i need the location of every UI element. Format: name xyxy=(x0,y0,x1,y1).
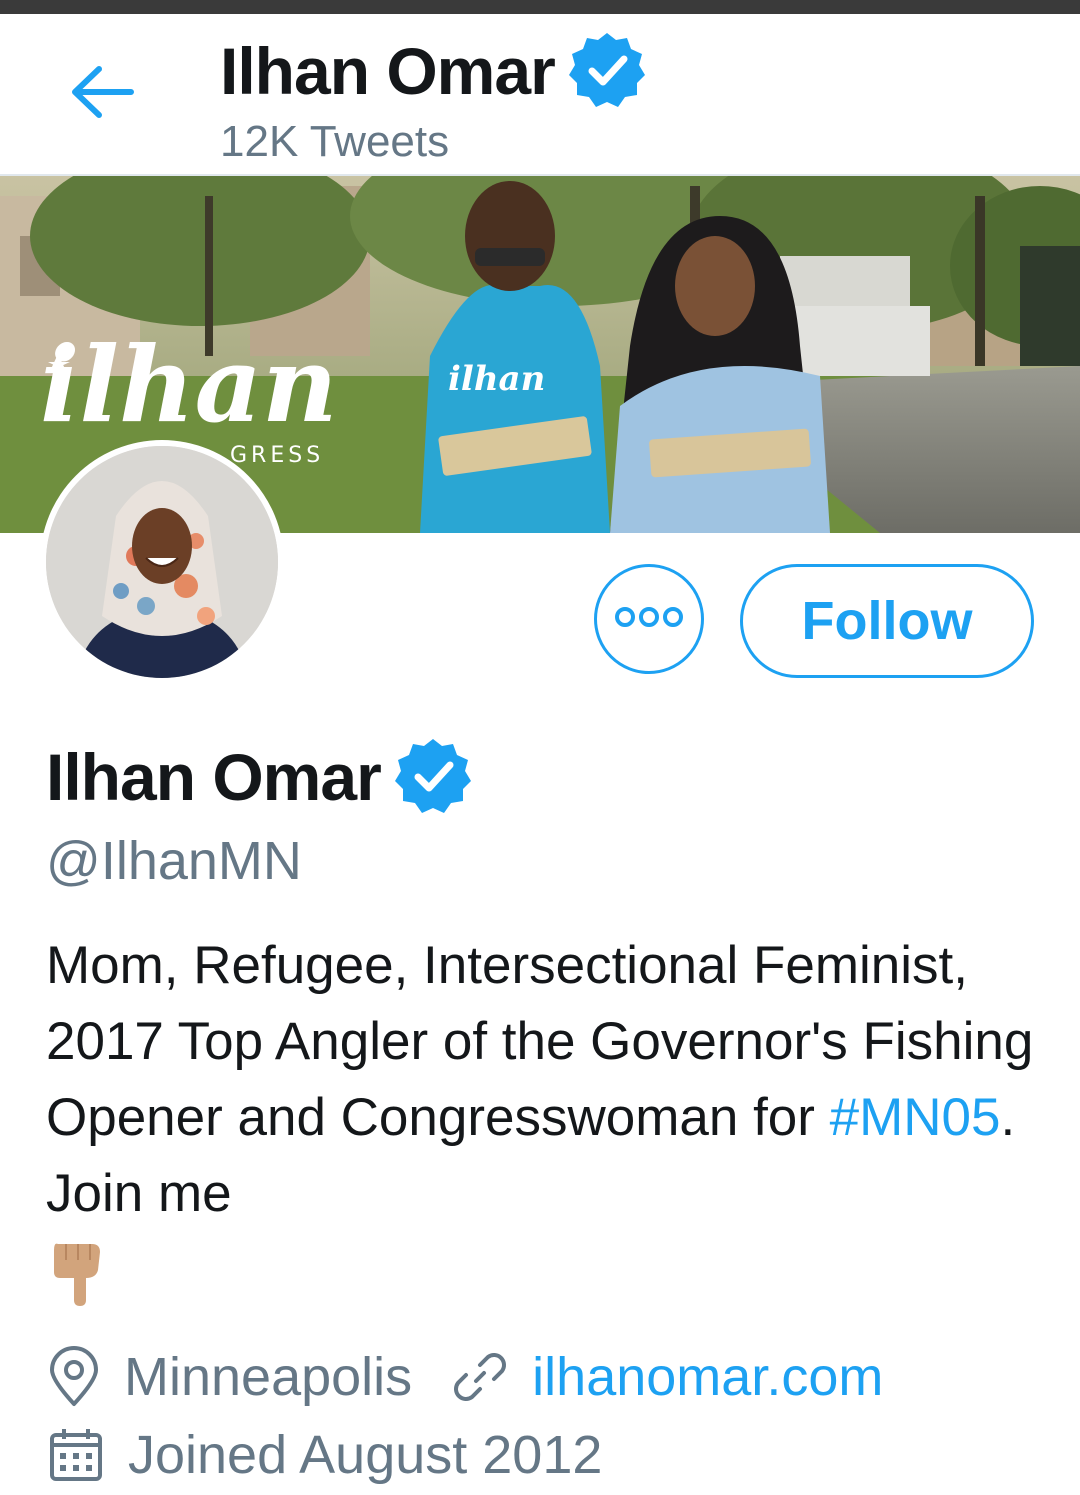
profile-joined-date: Joined August 2012 xyxy=(128,1425,603,1485)
profile-website-link[interactable]: ilhanomar.com xyxy=(532,1344,883,1410)
more-options-icon xyxy=(613,605,685,634)
status-bar xyxy=(0,0,1080,14)
header-title-row: Ilhan Omar xyxy=(220,26,647,115)
back-button[interactable] xyxy=(62,64,142,124)
tweet-count: 12K Tweets xyxy=(220,117,450,166)
profile-handle: @IlhanMN xyxy=(46,831,302,891)
profile-header-bar: Ilhan Omar 12K Tweets xyxy=(0,14,1080,176)
banner-shirt-text: ilhan xyxy=(448,359,545,399)
follow-button[interactable]: Follow xyxy=(740,564,1034,678)
pointing-down-emoji-icon xyxy=(46,1238,106,1329)
avatar[interactable] xyxy=(40,440,284,684)
profile-name: Ilhan Omar xyxy=(46,739,382,814)
banner-brand-subtext: GRESS xyxy=(230,443,324,468)
profile-joined-row: Joined August 2012 xyxy=(46,1422,640,1488)
verified-badge-icon xyxy=(567,30,647,115)
profile-location: Minneapolis xyxy=(124,1347,413,1407)
more-options-button[interactable] xyxy=(594,564,704,674)
avatar-photo xyxy=(46,446,278,678)
header-title: Ilhan Omar xyxy=(220,33,556,108)
bio-hashtag-link[interactable]: #MN05 xyxy=(830,1088,1001,1147)
location-pin-icon xyxy=(46,1346,102,1408)
profile-meta-row: Minneapolis ilhanomar.com xyxy=(46,1344,883,1410)
profile-bio: Mom, Refugee, Intersectional Feminist, 2… xyxy=(46,928,1046,1329)
banner-brand-text: ilhan xyxy=(40,323,338,446)
arrow-left-icon xyxy=(69,65,135,124)
link-icon xyxy=(450,1347,510,1407)
calendar-icon xyxy=(46,1425,106,1485)
verified-badge-icon xyxy=(393,736,473,821)
profile-name-row: Ilhan Omar xyxy=(46,732,473,821)
